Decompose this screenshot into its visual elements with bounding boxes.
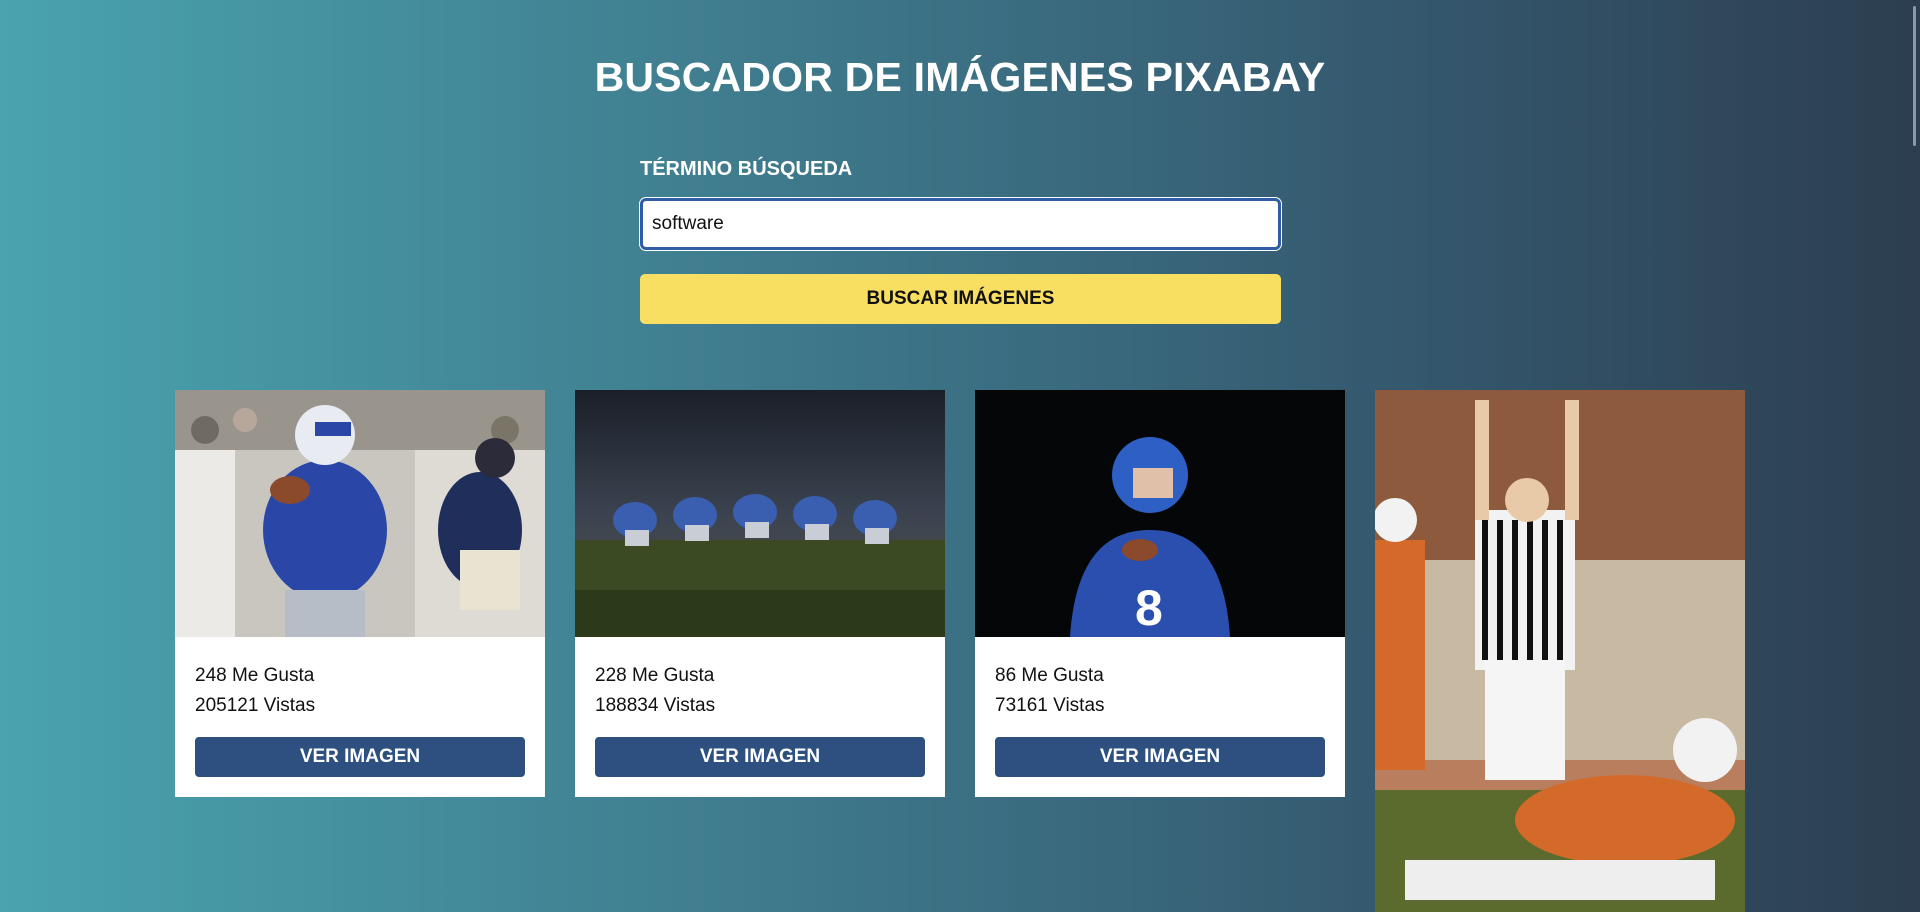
result-image: 8 [975,390,1345,637]
result-image-tall [1375,390,1745,912]
search-input[interactable] [640,198,1281,250]
likes-count: 248 Me Gusta [195,665,315,686]
search-label: TÉRMINO BÚSQUEDA [640,158,853,180]
page-title: BUSCADOR DE IMÁGENES PIXABAY [594,54,1326,100]
scrollbar[interactable] [1904,0,1920,912]
likes-count: 228 Me Gusta [595,665,715,686]
view-image-button[interactable]: VER IMAGEN [595,737,925,777]
scrollbar-thumb[interactable] [1913,6,1916,146]
views-count: 188834 Vistas [595,695,716,716]
result-card: 248 Me Gusta 205121 Vistas VER IMAGEN [175,390,545,797]
views-count: 205121 Vistas [195,695,316,716]
result-card: 228 Me Gusta 188834 Vistas VER IMAGEN [575,390,945,797]
likes-count: 86 Me Gusta [995,665,1104,686]
result-image [175,390,545,637]
view-image-button[interactable]: VER IMAGEN [995,737,1325,777]
result-image [575,390,945,637]
view-image-button[interactable]: VER IMAGEN [195,737,525,777]
svg-text:8: 8 [1135,580,1163,636]
views-count: 73161 Vistas [995,695,1105,716]
result-card: 8 86 Me Gusta 73161 Vistas VER IMAGEN [975,390,1345,797]
search-button[interactable]: BUSCAR IMÁGENES [640,274,1281,324]
search-form: TÉRMINO BÚSQUEDA BUSCAR IMÁGENES [640,158,1281,324]
